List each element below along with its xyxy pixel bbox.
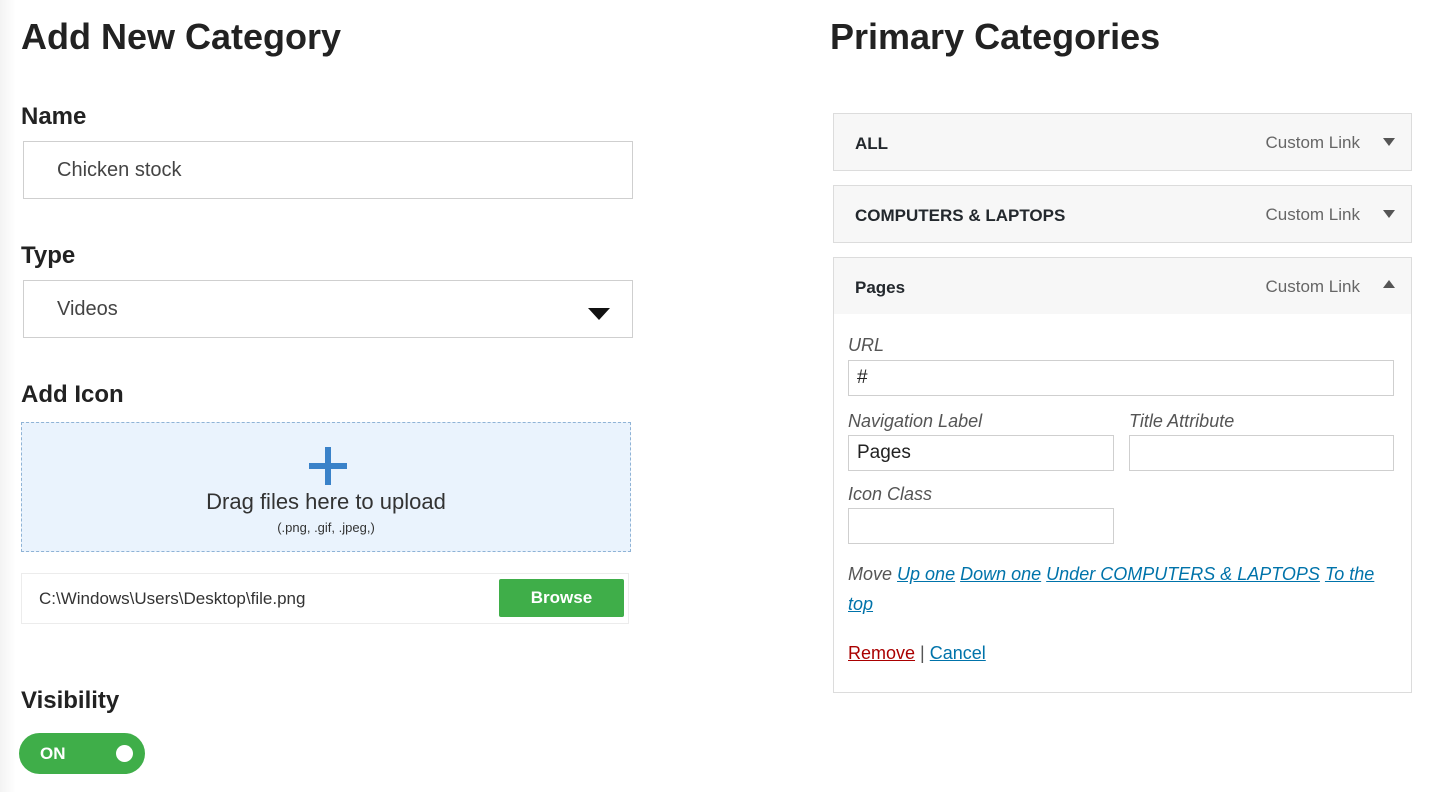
file-path-row: C:\Windows\Users\Desktop\file.png Browse	[21, 573, 629, 624]
move-up-one-link[interactable]: Up one	[897, 564, 955, 584]
menu-item-type: Custom Link	[1265, 277, 1360, 296]
url-label: URL	[848, 335, 885, 355]
type-select[interactable]: Videos	[23, 280, 633, 338]
menu-item-pages[interactable]: Pages Custom Link	[833, 257, 1412, 315]
dropzone-text: Drag files here to upload	[206, 489, 446, 514]
menu-item-all[interactable]: ALL Custom Link	[833, 113, 1412, 171]
remove-link[interactable]: Remove	[848, 643, 915, 663]
page-title: Add New Category	[21, 16, 342, 57]
action-separator: |	[920, 643, 925, 663]
toggle-state-text: ON	[40, 744, 66, 763]
icon-class-input[interactable]	[848, 508, 1114, 544]
menu-item-title: Pages	[855, 278, 906, 297]
name-input[interactable]: Chicken stock	[23, 141, 633, 199]
menu-item-type: Custom Link	[1265, 133, 1360, 152]
expand-arrow-down-icon[interactable]	[1383, 210, 1395, 218]
url-input[interactable]: #	[848, 360, 1394, 396]
caret-down-icon	[588, 308, 610, 320]
type-select-value: Videos	[57, 297, 118, 320]
url-input-value: #	[857, 367, 868, 388]
expand-arrow-down-icon[interactable]	[1383, 138, 1395, 146]
dropzone-hint: (.png, .gif, .jpeg,)	[277, 520, 375, 535]
collapse-arrow-up-icon[interactable]	[1383, 280, 1395, 288]
move-label: Move	[848, 564, 893, 584]
primary-categories-title: Primary Categories	[830, 16, 1161, 57]
browse-button[interactable]: Browse	[499, 579, 624, 617]
file-dropzone[interactable]: Drag files here to upload (.png, .gif, .…	[21, 422, 631, 552]
navigation-label-input[interactable]: Pages	[848, 435, 1114, 471]
file-path-text: C:\Windows\Users\Desktop\file.png	[39, 589, 306, 608]
menu-item-settings-panel: URL # Navigation Label Pages Title Attri…	[833, 314, 1412, 693]
cancel-link[interactable]: Cancel	[930, 643, 986, 663]
move-down-one-link[interactable]: Down one	[960, 564, 1041, 584]
menu-item-type: Custom Link	[1265, 205, 1360, 224]
type-label: Type	[21, 242, 76, 269]
menu-item-title: COMPUTERS & LAPTOPS	[855, 206, 1066, 225]
icon-class-label: Icon Class	[848, 484, 933, 504]
move-controls: Move Up one Down one Under COMPUTERS & L…	[848, 559, 1393, 619]
navigation-label-value: Pages	[857, 442, 911, 463]
visibility-toggle[interactable]: ON	[19, 733, 145, 774]
plus-icon	[309, 447, 347, 485]
item-actions: Remove | Cancel	[848, 643, 986, 664]
name-label: Name	[21, 103, 87, 130]
menu-item-title: ALL	[855, 134, 889, 153]
title-attribute-label: Title Attribute	[1129, 411, 1235, 431]
visibility-label: Visibility	[21, 687, 120, 714]
add-category-panel: Add New Category Name Chicken stock Type…	[0, 0, 660, 792]
toggle-knob	[116, 745, 133, 762]
add-icon-label: Add Icon	[21, 381, 124, 408]
navigation-label-label: Navigation Label	[848, 411, 983, 431]
title-attribute-input[interactable]	[1129, 435, 1394, 471]
menu-item-computers-laptops[interactable]: COMPUTERS & LAPTOPS Custom Link	[833, 185, 1412, 243]
name-input-value: Chicken stock	[57, 158, 182, 181]
move-under-link[interactable]: Under COMPUTERS & LAPTOPS	[1046, 564, 1320, 584]
